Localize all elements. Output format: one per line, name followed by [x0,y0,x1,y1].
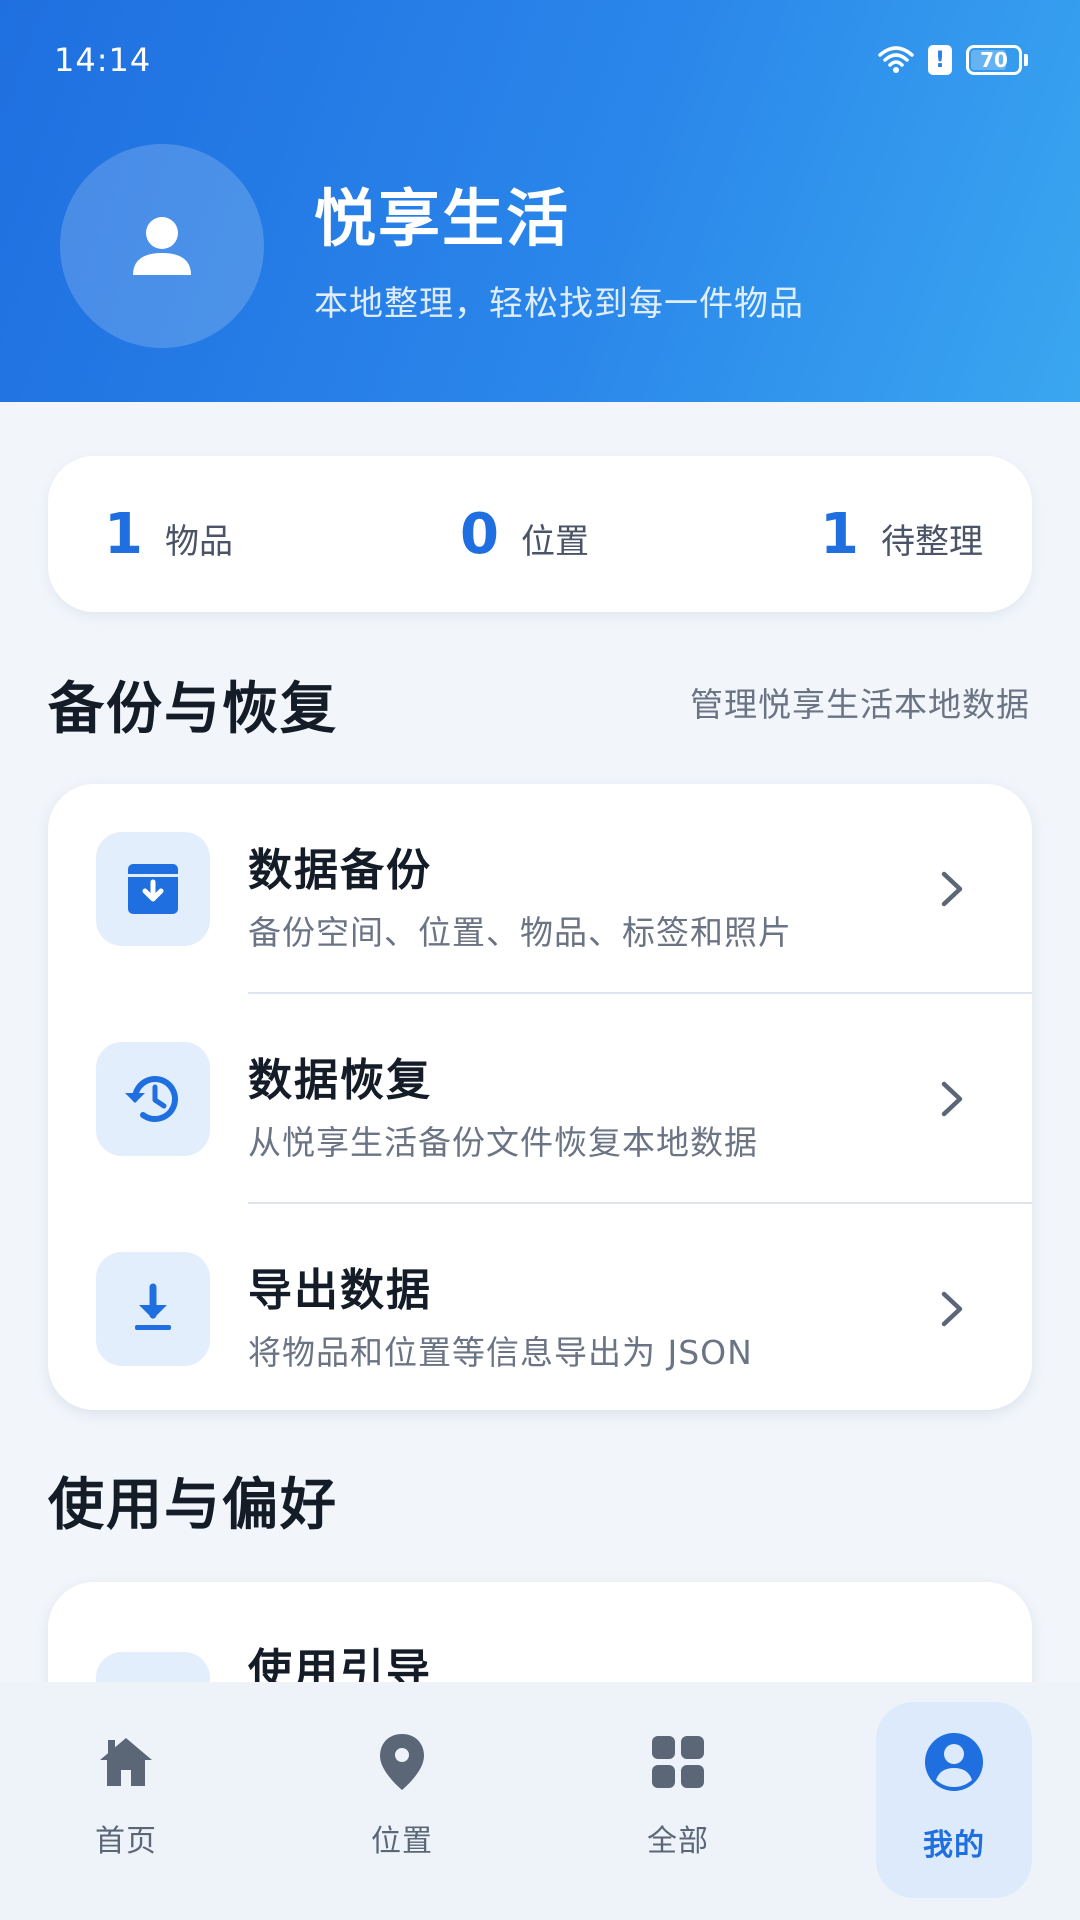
nav-label: 位置 [371,1824,433,1859]
stat-label: 待整理 [880,521,983,562]
list-item-restore[interactable]: 数据恢复 从悦享生活备份文件恢复本地数据 [48,994,1032,1204]
person-icon [133,217,191,275]
status-bar: 14:14 ! 70 [0,0,1080,120]
stat-pending[interactable]: 1 待整理 [820,502,983,567]
download-icon [96,1252,210,1366]
battery-icon: 70 [966,45,1028,75]
list-item-export[interactable]: 导出数据 将物品和位置等信息导出为 JSON [48,1204,1032,1410]
profile-header: 14:14 ! 70 悦享生活 本地整理，轻松找到每一件物品 [0,0,1080,402]
stat-value: 1 [820,501,859,567]
item-desc: 备份空间、位置、物品、标签和照片 [248,913,792,952]
history-restore-icon [96,1042,210,1156]
stats-card: 1 物品 0 位置 1 待整理 [48,456,1032,612]
backup-section-title: 备份与恢复 [48,677,338,742]
nav-item-location[interactable]: 位置 [322,1682,482,1920]
item-desc: 将物品和位置等信息导出为 JSON [248,1333,753,1372]
profile-summary: 悦享生活 本地整理，轻松找到每一件物品 [60,144,804,348]
app-title: 悦享生活 [314,181,571,255]
status-time: 14:14 [54,41,152,79]
chevron-right-icon [941,1081,963,1117]
stat-items[interactable]: 1 物品 [104,502,233,567]
item-title: 数据恢复 [248,1055,432,1106]
backup-card: 数据备份 备份空间、位置、物品、标签和照片 数据恢复 从悦享生活备份文件恢复本地… [48,784,1032,1410]
alert-icon: ! [928,45,952,75]
stat-label: 位置 [520,521,589,562]
stat-value: 1 [104,501,143,567]
chevron-right-icon [941,871,963,907]
list-item-backup[interactable]: 数据备份 备份空间、位置、物品、标签和照片 [48,784,1032,994]
bottom-nav: 首页 位置 全部 我的 [0,1682,1080,1920]
chevron-right-icon [941,1291,963,1327]
preferences-section-title: 使用与偏好 [48,1473,338,1538]
stat-locations[interactable]: 0 位置 [460,502,589,567]
grid-icon [652,1736,704,1788]
status-icons: ! 70 [878,45,1028,75]
nav-item-home[interactable]: 首页 [46,1682,206,1920]
nav-label: 全部 [647,1824,709,1859]
item-desc: 从悦享生活备份文件恢复本地数据 [248,1123,758,1162]
stat-value: 0 [460,501,499,567]
item-title: 数据备份 [248,845,432,896]
battery-level: 70 [980,48,1008,72]
profile-text: 悦享生活 本地整理，轻松找到每一件物品 [314,168,804,325]
nav-label: 我的 [923,1828,985,1863]
item-title: 导出数据 [248,1265,432,1316]
profile-page: 14:14 ! 70 悦享生活 本地整理，轻松找到每一件物品 1 物品 0 位置… [0,0,1080,1920]
home-icon [100,1738,152,1786]
location-pin-icon [380,1734,424,1790]
archive-download-icon [96,832,210,946]
app-subtitle: 本地整理，轻松找到每一件物品 [314,283,804,324]
nav-item-mine[interactable]: 我的 [874,1682,1034,1920]
nav-label: 首页 [95,1824,157,1859]
nav-item-all[interactable]: 全部 [598,1682,758,1920]
avatar[interactable] [60,144,264,348]
wifi-icon [878,46,914,73]
stat-label: 物品 [164,521,233,562]
profile-icon [925,1733,983,1791]
backup-section-note: 管理悦享生活本地数据 [690,685,1030,724]
